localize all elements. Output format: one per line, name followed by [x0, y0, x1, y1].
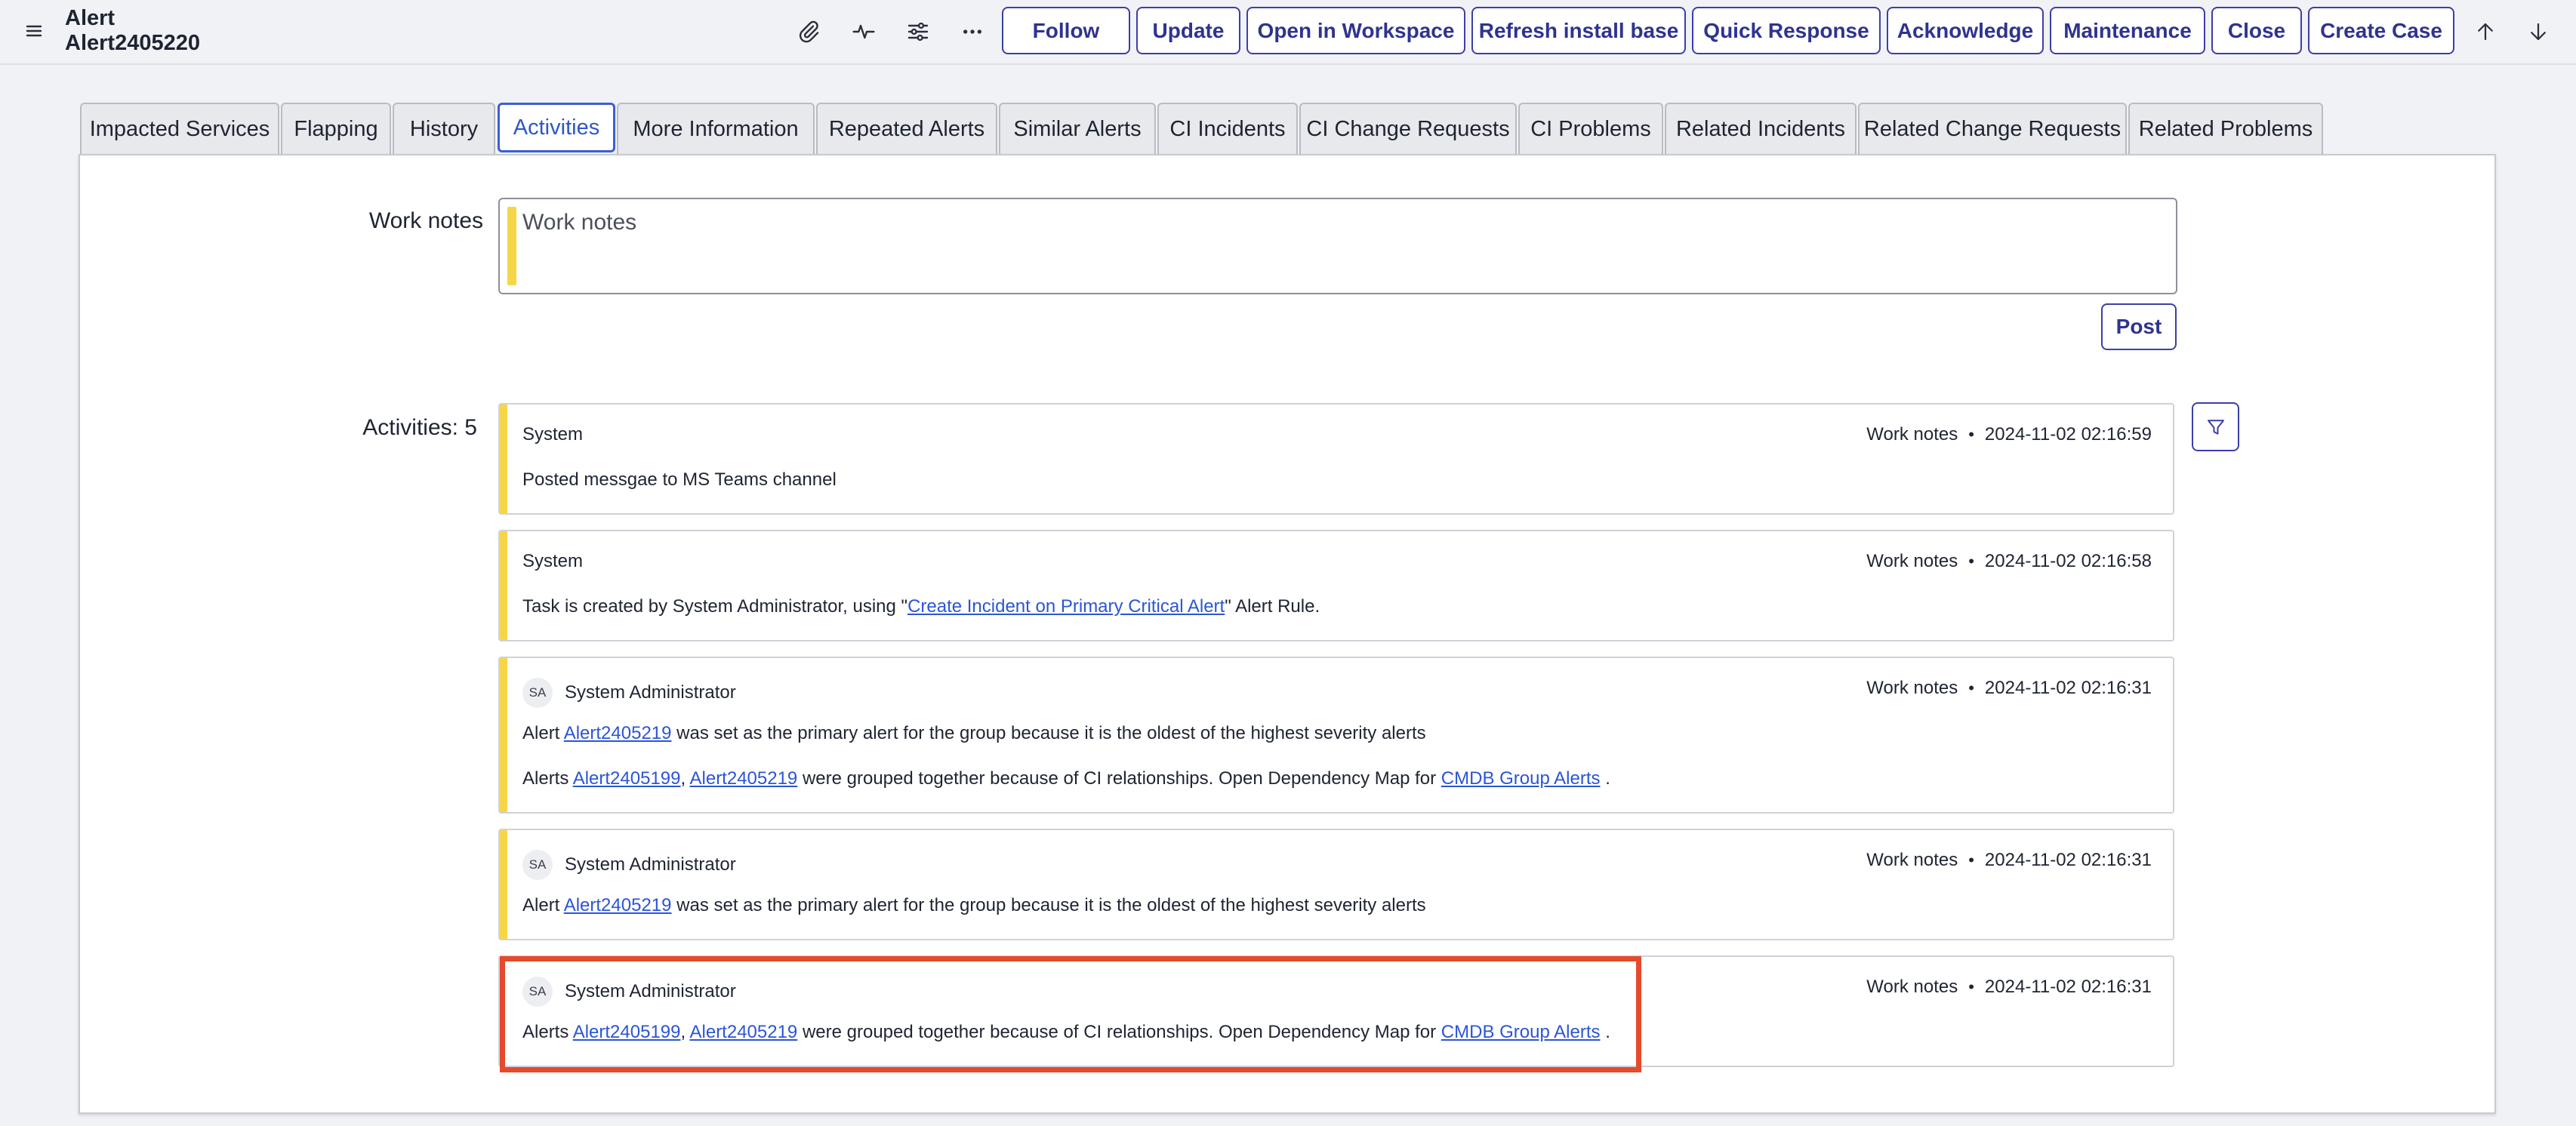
alert-link[interactable]: Alert2405199	[573, 1022, 681, 1042]
tab-flapping[interactable]: Flapping	[281, 103, 391, 154]
alert-link[interactable]: Alert2405219	[564, 723, 672, 743]
sliders-icon[interactable]	[903, 17, 933, 47]
close-button[interactable]: Close	[2211, 7, 2302, 54]
activity-author: System	[522, 551, 583, 572]
author-name: System Administrator	[565, 854, 736, 875]
refresh-install-base-button[interactable]: Refresh install base	[1471, 7, 1686, 54]
tab-history[interactable]: History	[393, 103, 495, 154]
paperclip-icon[interactable]	[793, 17, 824, 47]
alert-rule-link[interactable]: Create Incident on Primary Critical Aler…	[907, 596, 1225, 617]
filter-icon	[2207, 419, 2224, 435]
work-notes-label: Work notes	[368, 208, 483, 233]
activity-meta: Work notes • 2024-11-02 02:16:31	[1866, 850, 2152, 870]
activity-entry: SA System Administrator Work notes • 2024-1…	[498, 955, 2174, 1067]
activity-entry: SA System Administrator Work notes • 2024-1…	[498, 829, 2174, 940]
record-title: Alert Alert2405220	[65, 6, 200, 56]
alert-link[interactable]: Alert2405219	[690, 1022, 798, 1042]
activity-text: Alerts Alert2405199, Alert2405219 were g…	[522, 1022, 1610, 1042]
work-notes-field[interactable]	[498, 198, 2177, 294]
activity-meta: Work notes • 2024-11-02 02:16:31	[1866, 678, 2152, 698]
activity-author: SA System Administrator	[522, 850, 736, 880]
activity-author: SA System Administrator	[522, 678, 736, 708]
author-name: System	[522, 551, 584, 571]
tab-activities[interactable]: Activities	[498, 103, 615, 152]
alert-link[interactable]: Alert2405219	[690, 768, 798, 789]
alert-link[interactable]: Alert2405199	[573, 768, 681, 789]
activity-entry: System Work notes • 2024-11-02 02:16:58 Ta…	[498, 530, 2174, 641]
tab-ci-incidents[interactable]: CI Incidents	[1157, 103, 1298, 154]
menu-icon[interactable]	[23, 20, 45, 42]
arrow-down-icon[interactable]	[2523, 17, 2553, 47]
activity-text: Alerts Alert2405199, Alert2405219 were g…	[522, 768, 1610, 789]
work-note-indicator	[500, 531, 507, 640]
dependency-map-link[interactable]: CMDB Group Alerts	[1441, 768, 1601, 789]
activity-timestamp: 2024-11-02 02:16:31	[1984, 678, 2152, 698]
header-bar: Alert Alert2405220 Follow Update Open in…	[0, 0, 2576, 65]
tab-repeated-alerts[interactable]: Repeated Alerts	[816, 103, 997, 154]
activity-text: Alert Alert2405219 was set as the primar…	[522, 723, 1426, 743]
follow-button[interactable]: Follow	[1002, 7, 1130, 54]
author-name: System Administrator	[565, 981, 736, 1001]
activity-meta: Work notes • 2024-11-02 02:16:59	[1866, 424, 2152, 445]
filter-button[interactable]	[2192, 402, 2239, 451]
avatar: SA	[522, 850, 553, 880]
work-note-indicator	[500, 658, 507, 812]
tab-related-problems[interactable]: Related Problems	[2128, 103, 2323, 154]
author-name: System	[522, 424, 584, 445]
work-note-indicator	[500, 830, 507, 939]
tab-ci-problems[interactable]: CI Problems	[1518, 103, 1663, 154]
activity-type: Work notes	[1866, 977, 1958, 997]
dependency-map-link[interactable]: CMDB Group Alerts	[1441, 1022, 1601, 1042]
activity-type: Work notes	[1866, 424, 1958, 445]
record-table-name: Alert	[65, 6, 116, 30]
create-case-button[interactable]: Create Case	[2308, 7, 2454, 54]
activity-text: Alert Alert2405219 was set as the primar…	[522, 895, 1426, 915]
more-icon[interactable]	[957, 17, 988, 47]
acknowledge-button[interactable]: Acknowledge	[1887, 7, 2044, 54]
activity-timestamp: 2024-11-02 02:16:58	[1984, 551, 2152, 571]
record-number: Alert2405220	[65, 31, 200, 55]
activity-text: Posted messgae to MS Teams channel	[522, 469, 837, 490]
alert-link[interactable]: Alert2405219	[564, 895, 672, 915]
activity-entry: System Work notes • 2024-11-02 02:16:59 Po…	[498, 403, 2174, 515]
avatar: SA	[522, 977, 553, 1007]
maintenance-button[interactable]: Maintenance	[2050, 7, 2205, 54]
activity-entry: SA System Administrator Work notes • 2024-1…	[498, 657, 2174, 814]
activity-meta: Work notes • 2024-11-02 02:16:58	[1866, 551, 2152, 571]
activity-timestamp: 2024-11-02 02:16:31	[1984, 850, 2152, 870]
activity-type: Work notes	[1866, 551, 1958, 571]
tab-ci-change-requests[interactable]: CI Change Requests	[1299, 103, 1517, 154]
arrow-up-icon[interactable]	[2470, 17, 2501, 47]
activity-author: System	[522, 424, 583, 445]
activity-author: SA System Administrator	[522, 977, 736, 1007]
activity-type: Work notes	[1866, 678, 1958, 698]
tab-similar-alerts[interactable]: Similar Alerts	[999, 103, 1156, 154]
pulse-icon[interactable]	[849, 17, 879, 47]
activities-count-label: Activities: 5	[362, 415, 477, 440]
quick-response-button[interactable]: Quick Response	[1692, 7, 1881, 54]
activity-meta: Work notes • 2024-11-02 02:16:31	[1866, 977, 2152, 997]
author-name: System Administrator	[565, 682, 736, 703]
update-button[interactable]: Update	[1136, 7, 1240, 54]
work-notes-indicator	[507, 207, 516, 285]
post-button[interactable]: Post	[2101, 303, 2177, 350]
activity-timestamp: 2024-11-02 02:16:59	[1984, 424, 2152, 445]
tab-impacted-services[interactable]: Impacted Services	[80, 103, 279, 154]
work-notes-input[interactable]	[522, 202, 2168, 290]
tab-more-information[interactable]: More Information	[617, 103, 815, 154]
avatar: SA	[522, 678, 553, 708]
work-note-indicator	[500, 405, 507, 513]
tab-related-change-requests[interactable]: Related Change Requests	[1858, 103, 2127, 154]
activity-timestamp: 2024-11-02 02:16:31	[1984, 977, 2152, 997]
open-in-workspace-button[interactable]: Open in Workspace	[1246, 7, 1465, 54]
tab-related-incidents[interactable]: Related Incidents	[1665, 103, 1857, 154]
activity-type: Work notes	[1866, 850, 1958, 870]
activity-text: Task is created by System Administrator,…	[522, 596, 1320, 617]
